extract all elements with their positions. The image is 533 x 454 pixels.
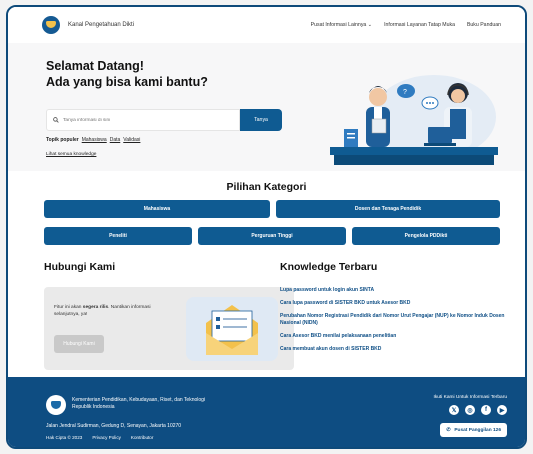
search-input[interactable]: [63, 117, 223, 123]
search-box: [46, 109, 240, 131]
hero-section: Selamat Datang! Ada yang bisa kami bantu…: [8, 43, 525, 171]
topic-link-data[interactable]: Data: [110, 137, 121, 143]
category-row-2: Peneliti Perguruan Tinggi Pengelola PDDi…: [44, 227, 500, 245]
instagram-icon[interactable]: ◎: [465, 405, 475, 415]
contact-button[interactable]: Hubungi Kami: [54, 335, 104, 353]
nav-layanan-tatap-muka[interactable]: Informasi Layanan Tatap Muka: [384, 22, 455, 28]
knowledge-list: Lupa password untuk login akun SINTA Car…: [280, 287, 510, 359]
chevron-down-icon: ⌄: [367, 22, 373, 28]
phone-icon: ✆: [446, 427, 451, 433]
all-knowledge-link[interactable]: Lihat semua knowledge: [46, 152, 96, 157]
knowledge-item[interactable]: Cara lupa password di SISTER BKD untuk A…: [280, 300, 510, 307]
nav-buku-panduan[interactable]: Buku Panduan: [467, 22, 501, 28]
footer-org-name: Kementerian Pendidikan, Kebudayaan, Rise…: [72, 397, 206, 410]
contact-card: Fitur ini akan segera rilis. Nantikan in…: [44, 287, 294, 370]
footer-logo-icon: [46, 395, 66, 415]
category-row-1: Mahasiswa Dosen dan Tenaga Pendidik: [44, 200, 500, 218]
contributor-link[interactable]: Kontributor: [131, 435, 153, 440]
category-mahasiswa[interactable]: Mahasiswa: [44, 200, 270, 218]
x-twitter-icon[interactable]: 𝕏: [449, 405, 459, 415]
top-header: Kanal Pengetahuan Dikti Pusat Informasi …: [8, 7, 525, 43]
hero-title: Selamat Datang! Ada yang bisa kami bantu…: [46, 59, 208, 89]
contact-text: Fitur ini akan segera rilis. Nantikan in…: [54, 305, 151, 317]
call-center-button[interactable]: ✆ Pusat Panggilan 126: [440, 423, 507, 437]
search-icon: [53, 117, 59, 123]
brand-name: Kanal Pengetahuan Dikti: [68, 22, 135, 28]
follow-us-text: Ikuti Kami Untuk Informasi Terbaru: [433, 395, 508, 400]
category-perguruan-tinggi[interactable]: Perguruan Tinggi: [198, 227, 346, 245]
youtube-icon[interactable]: ▶: [497, 405, 507, 415]
categories-title: Pilihan Kategori: [226, 181, 307, 193]
footer: Kementerian Pendidikan, Kebudayaan, Rise…: [8, 377, 525, 447]
category-peneliti[interactable]: Peneliti: [44, 227, 192, 245]
popular-label: Topik populer: [46, 137, 79, 143]
nav-pusat-informasi[interactable]: Pusat Informasi Lainnya ⌄: [311, 22, 372, 28]
kemdikbud-logo-icon: [42, 16, 60, 34]
popular-topics: Topik populer Mahasiswa Data Validasi: [46, 137, 140, 143]
envelope-illustration: [186, 297, 278, 361]
knowledge-item[interactable]: Lupa password untuk login akun SINTA: [280, 287, 510, 294]
topic-link-validasi[interactable]: Validasi: [123, 137, 140, 143]
top-nav: Pusat Informasi Lainnya ⌄ Informasi Laya…: [311, 22, 501, 28]
contact-title: Hubungi Kami: [44, 261, 116, 273]
category-dosen-tenaga-pendidik[interactable]: Dosen dan Tenaga Pendidik: [276, 200, 500, 218]
svg-text:?: ?: [403, 89, 407, 96]
facebook-icon[interactable]: f: [481, 405, 491, 415]
knowledge-item[interactable]: Cara membuat akun dosen di SISTER BKD: [280, 346, 510, 353]
customer-service-illustration: ?: [330, 75, 498, 165]
ask-button[interactable]: Tanya: [240, 109, 282, 131]
category-pengelola-pddikti[interactable]: Pengelola PDDikti: [352, 227, 500, 245]
copyright: Hak Cipta © 2023: [46, 435, 83, 440]
footer-address: Jalan Jendral Sudirman, Gedung D, Senaya…: [46, 423, 182, 429]
topic-link-mahasiswa[interactable]: Mahasiswa: [82, 137, 107, 143]
footer-links: Hak Cipta © 2023 Privacy Policy Kontribu…: [46, 435, 153, 440]
privacy-policy-link[interactable]: Privacy Policy: [92, 435, 121, 440]
knowledge-item[interactable]: Perubahan Nomor Registrasi Pendidik dari…: [280, 313, 510, 327]
social-icons: 𝕏 ◎ f ▶: [449, 405, 507, 415]
knowledge-title: Knowledge Terbaru: [280, 261, 378, 273]
knowledge-item[interactable]: Cara Asesor BKD menilai pelaksanaan pene…: [280, 333, 510, 340]
brand[interactable]: Kanal Pengetahuan Dikti: [42, 16, 134, 34]
app-frame: Kanal Pengetahuan Dikti Pusat Informasi …: [6, 5, 527, 449]
